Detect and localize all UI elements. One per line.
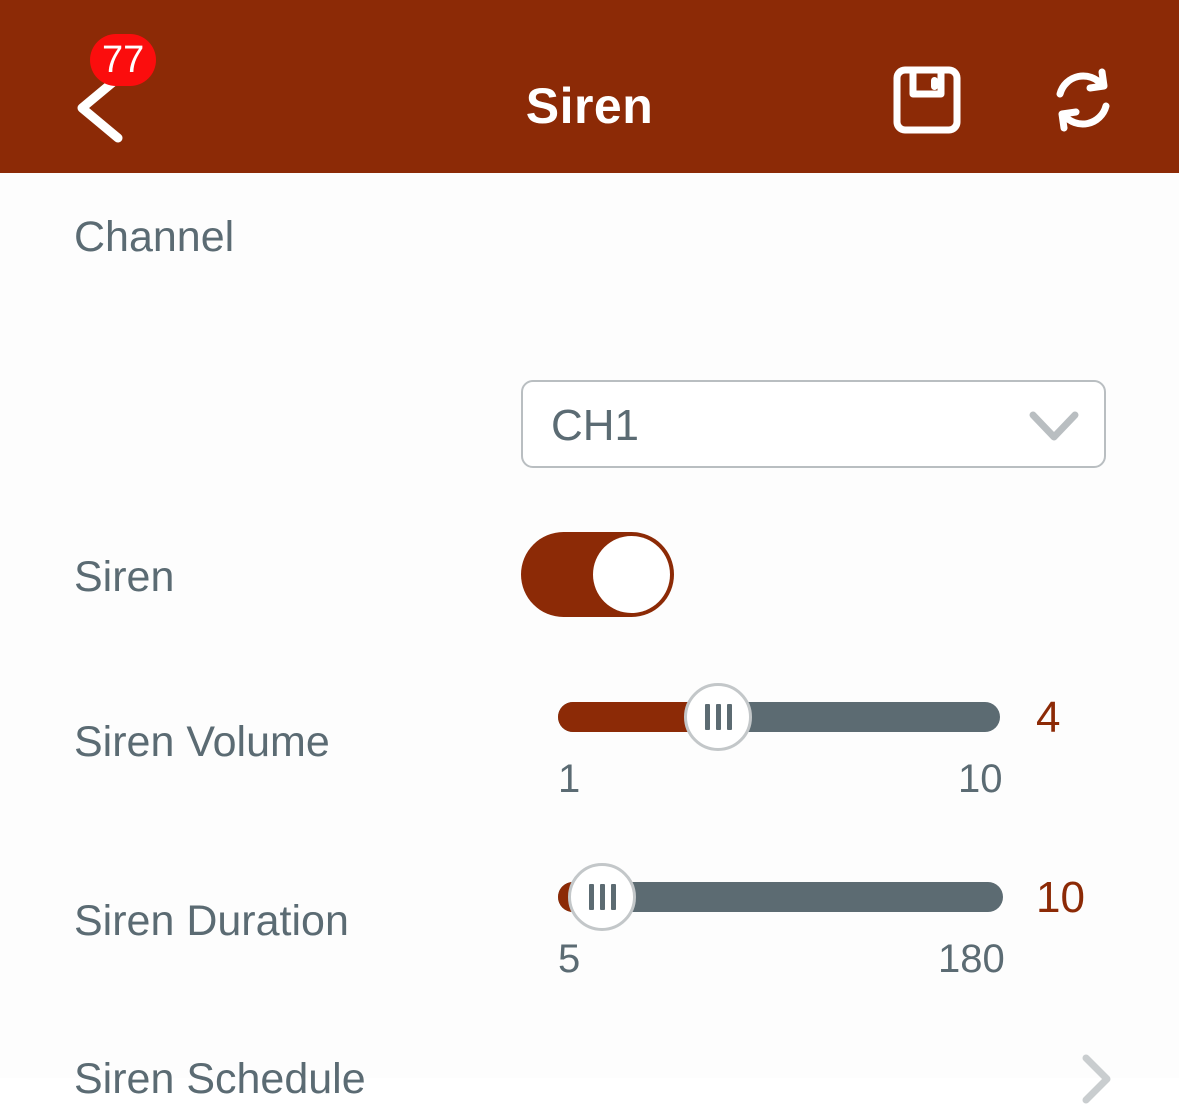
siren-duration-label: Siren Duration (74, 897, 349, 945)
grip-line-icon (610, 884, 616, 910)
grip-line-icon (588, 884, 594, 910)
app-header: 77 Siren (0, 0, 1179, 173)
siren-volume-min-label: 1 (558, 757, 581, 801)
siren-duration-max-label: 180 (938, 937, 1005, 981)
grip-line-icon (715, 704, 721, 730)
siren-duration-value: 10 (1036, 873, 1085, 922)
settings-list: Channel CH1 Siren Siren Volume 1 10 4 Si… (0, 173, 1179, 1104)
channel-selected-value: CH1 (551, 401, 640, 450)
siren-toggle-switch[interactable] (521, 532, 674, 617)
chevron-right-icon[interactable] (1081, 1053, 1113, 1105)
siren-volume-max-label: 10 (958, 757, 1003, 801)
grip-line-icon (704, 704, 710, 730)
save-floppy-icon[interactable] (891, 64, 963, 136)
siren-volume-slider-handle[interactable] (684, 683, 752, 751)
siren-duration-min-label: 5 (558, 937, 581, 981)
siren-duration-slider-handle[interactable] (568, 863, 636, 931)
grip-line-icon (599, 884, 605, 910)
row-channel: Channel (0, 173, 1179, 303)
channel-label: Channel (74, 213, 235, 261)
siren-toggle-label: Siren (74, 553, 175, 601)
toggle-knob (593, 536, 670, 613)
grip-line-icon (726, 704, 732, 730)
siren-volume-value: 4 (1036, 693, 1061, 742)
channel-select[interactable]: CH1 (521, 380, 1106, 468)
header-actions (891, 64, 1119, 136)
chevron-down-icon (1029, 411, 1079, 441)
siren-settings-screen: 77 Siren Channel CH1 Siren Siren Volume … (0, 0, 1179, 1104)
siren-schedule-label: Siren Schedule (74, 1055, 366, 1103)
refresh-sync-icon[interactable] (1047, 64, 1119, 136)
siren-volume-label: Siren Volume (74, 718, 330, 766)
